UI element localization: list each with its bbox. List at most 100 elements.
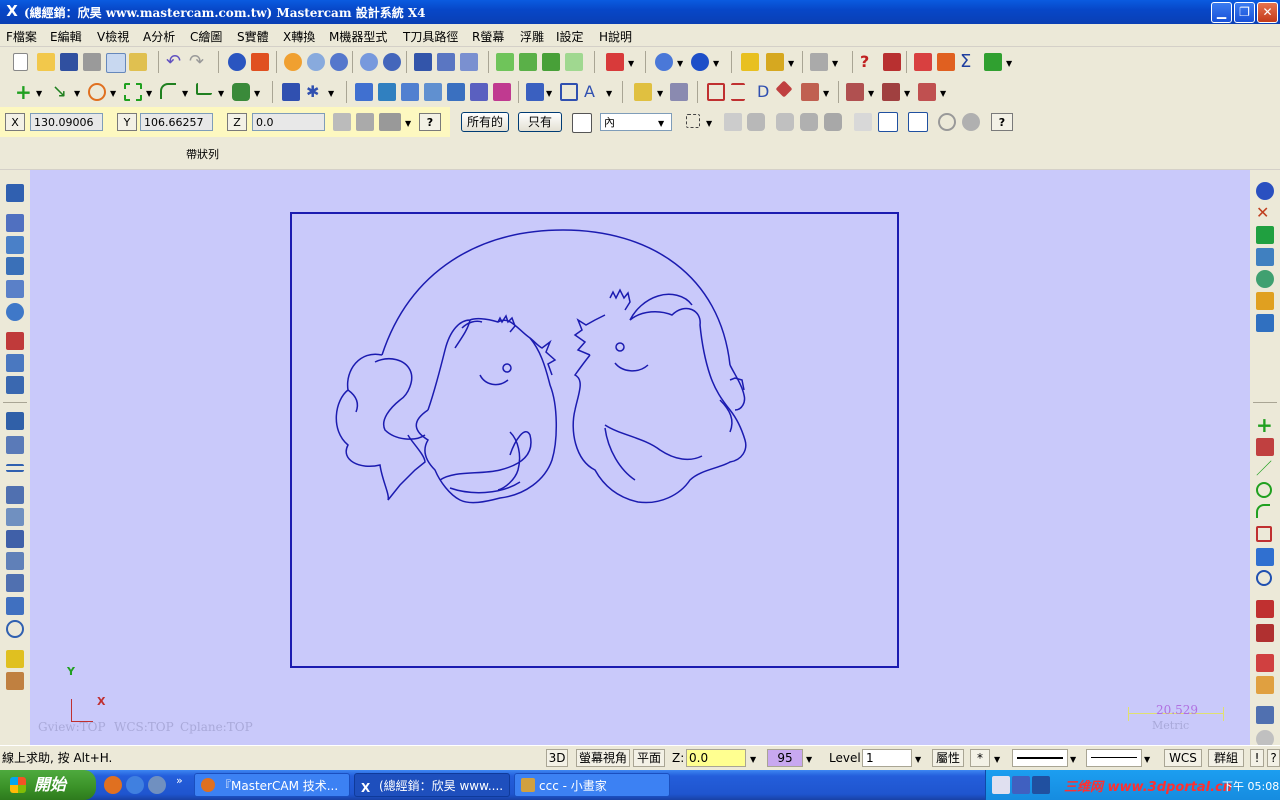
color-icon[interactable] xyxy=(1256,654,1274,672)
light-icon[interactable] xyxy=(634,83,652,101)
tool-icon[interactable] xyxy=(918,83,936,101)
y-coordinate-label[interactable]: Y xyxy=(117,113,137,131)
create-fillet-icon[interactable] xyxy=(124,83,142,101)
level-field[interactable]: 1 xyxy=(862,749,912,767)
repaint-icon[interactable] xyxy=(228,53,246,71)
chevron-down-icon[interactable]: ▼ xyxy=(405,119,411,128)
3d-toggle-button[interactable]: 3D xyxy=(546,749,568,767)
xform-copy-icon[interactable] xyxy=(1256,624,1274,642)
verify-icon[interactable] xyxy=(6,672,24,690)
toolpath-rough-icon[interactable] xyxy=(6,530,24,548)
body-select-icon[interactable] xyxy=(824,113,842,131)
color-field[interactable]: 95 xyxy=(767,749,803,767)
menu-create[interactable]: C繪圖 xyxy=(190,28,222,45)
menu-view[interactable]: V檢視 xyxy=(97,28,129,45)
menu-relief[interactable]: 浮雕 xyxy=(520,28,544,45)
solid-revolve-icon[interactable] xyxy=(6,236,24,254)
mill-icon[interactable] xyxy=(1256,248,1274,266)
chevron-down-icon[interactable]: ▼ xyxy=(1144,755,1150,764)
open-folder-icon[interactable] xyxy=(1256,292,1274,310)
rectangle-shape-icon[interactable] xyxy=(196,83,212,95)
axis-icon[interactable]: ✕ xyxy=(1256,204,1274,222)
dims-icon[interactable] xyxy=(1256,314,1274,332)
chevron-down-icon[interactable]: ▼ xyxy=(254,89,260,98)
solid-chamfer-icon[interactable] xyxy=(6,332,24,350)
d-shape-icon[interactable]: D xyxy=(757,83,775,101)
task-button-browser[interactable]: 『MasterCAM 技术... xyxy=(194,773,350,797)
solid-trim-icon[interactable] xyxy=(6,376,24,394)
toolpath-pocket-icon[interactable] xyxy=(6,464,24,472)
add-point-icon[interactable]: + xyxy=(1256,415,1274,435)
solid-sweep-icon[interactable] xyxy=(6,257,24,275)
chevron-down-icon[interactable]: ▼ xyxy=(832,59,838,68)
gear-icon[interactable] xyxy=(1256,270,1274,288)
gview-top-icon[interactable] xyxy=(414,53,432,71)
menu-analyze[interactable]: A分析 xyxy=(143,28,175,45)
xform-tool-icon[interactable] xyxy=(1256,600,1274,618)
tray-app-icon[interactable] xyxy=(1032,776,1050,794)
print-preview-icon[interactable] xyxy=(106,53,126,73)
solid-block-icon[interactable] xyxy=(937,53,955,71)
sphere-icon[interactable] xyxy=(691,53,709,71)
chevron-down-icon[interactable]: ▼ xyxy=(1070,755,1076,764)
grid-table-icon[interactable] xyxy=(707,83,725,101)
mirror-icon[interactable] xyxy=(378,83,396,101)
chevron-down-icon[interactable]: ▼ xyxy=(657,89,663,98)
view-manager-icon[interactable] xyxy=(1256,182,1274,200)
back-face-icon[interactable] xyxy=(854,113,872,131)
list-lines-icon[interactable] xyxy=(731,83,745,101)
arc-tool-icon[interactable] xyxy=(1256,504,1270,518)
sphere-tool-icon[interactable] xyxy=(1256,570,1272,586)
status-bang-button[interactable]: ! xyxy=(1250,749,1264,767)
y-coordinate-field[interactable]: 106.66257 xyxy=(140,113,213,131)
maximize-button[interactable]: ❐ xyxy=(1234,2,1255,23)
dimension-tool-icon[interactable] xyxy=(1256,706,1274,724)
solid-extrude-icon[interactable] xyxy=(6,214,24,232)
chevron-down-icon[interactable]: ▼ xyxy=(677,59,683,68)
create-line-icon[interactable]: ↘ xyxy=(52,83,70,101)
menu-screen[interactable]: R螢幕 xyxy=(472,28,504,45)
unzoom-icon[interactable] xyxy=(360,53,378,71)
chevron-down-icon[interactable]: ▼ xyxy=(546,89,552,98)
print-icon[interactable] xyxy=(83,53,101,71)
face-select-icon[interactable] xyxy=(800,113,818,131)
select-only-button[interactable]: 只有 xyxy=(518,112,562,132)
edge-select-icon[interactable] xyxy=(776,113,794,131)
close-button[interactable]: ✕ xyxy=(1257,2,1278,23)
measure-icon[interactable] xyxy=(670,83,688,101)
menu-settings[interactable]: I設定 xyxy=(556,28,584,45)
create-arc-icon[interactable] xyxy=(88,83,106,101)
solid-select-icon[interactable] xyxy=(747,113,765,131)
globe-icon[interactable] xyxy=(655,53,673,71)
select-all-button[interactable]: 所有的 xyxy=(461,112,509,132)
media-player-icon[interactable] xyxy=(148,776,166,794)
toolpath-face-icon[interactable] xyxy=(6,486,24,504)
rectangular-array-icon[interactable] xyxy=(560,83,578,101)
zoom-window-icon[interactable] xyxy=(307,53,325,71)
chevron-down-icon[interactable]: ▼ xyxy=(110,89,116,98)
selection-help-button[interactable]: ? xyxy=(991,113,1013,131)
line-width-field[interactable] xyxy=(1086,749,1142,767)
chevron-down-icon[interactable]: ▼ xyxy=(750,755,756,764)
fast-point-icon[interactable] xyxy=(333,113,351,131)
task-button-mastercam[interactable]: X (總經銷：欣昊 www.... xyxy=(354,773,510,797)
undo-icon[interactable]: ↶ xyxy=(166,53,184,71)
backplot-icon[interactable] xyxy=(6,650,24,668)
chevron-down-icon[interactable]: ▼ xyxy=(182,89,188,98)
layers-icon[interactable] xyxy=(1256,226,1274,244)
quicklaunch-ie-icon[interactable] xyxy=(126,776,144,794)
chevron-down-icon[interactable]: ▼ xyxy=(915,755,921,764)
chevron-down-icon[interactable]: ▼ xyxy=(788,59,794,68)
gview-side-icon[interactable] xyxy=(460,53,478,71)
hatch-icon[interactable] xyxy=(801,83,819,101)
solid-fillet-icon[interactable] xyxy=(6,303,24,321)
wireframe-icon[interactable] xyxy=(496,53,514,71)
chevron-down-icon[interactable]: ▼ xyxy=(940,89,946,98)
drafting-icon[interactable] xyxy=(1256,676,1274,694)
solid-shell-icon[interactable] xyxy=(6,354,24,372)
tray-mastercam-icon[interactable] xyxy=(992,776,1010,794)
translate-icon[interactable] xyxy=(355,83,373,101)
properties-icon[interactable] xyxy=(129,53,147,71)
menu-solids[interactable]: S實體 xyxy=(237,28,269,45)
verify-selection-icon[interactable] xyxy=(878,112,898,132)
